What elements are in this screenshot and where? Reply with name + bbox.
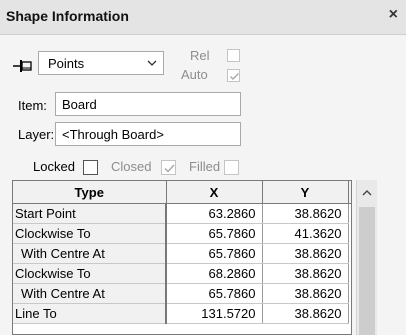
rel-checkbox[interactable] [227, 49, 240, 62]
shape-info-panel: Points Rel Auto Item: Board Layer: <Thro… [0, 35, 406, 335]
cell-filler [348, 224, 351, 244]
cell-filler [348, 204, 351, 224]
checkmark-icon [164, 164, 175, 173]
table-row[interactable]: Start Point 63.2860 38.8620 [13, 203, 351, 224]
cell-filler [348, 264, 351, 284]
cell-filler [348, 284, 351, 304]
auto-checkbox[interactable] [227, 69, 240, 82]
window-title: Shape Information [6, 8, 129, 24]
checkmark-icon [230, 73, 239, 80]
layer-field[interactable]: <Through Board> [55, 122, 241, 146]
table-row[interactable]: With Centre At 65.7860 38.8620 [13, 243, 351, 264]
locked-checkbox[interactable] [83, 160, 98, 175]
mode-select[interactable]: Points [38, 51, 164, 75]
rel-label: Rel [190, 48, 210, 63]
column-header-x[interactable]: X [166, 181, 263, 204]
cell-y[interactable]: 41.3620 [262, 223, 349, 244]
table-row[interactable]: Clockwise To 68.2860 38.8620 [13, 263, 351, 284]
pin-icon[interactable] [12, 58, 34, 74]
points-table: Type X Y Start Point 63.2860 38.8620 Clo… [12, 180, 352, 335]
column-header-filler [348, 181, 351, 204]
table-row[interactable]: Line To 131.5720 38.8620 [13, 303, 351, 324]
scrollbar-thumb[interactable] [359, 207, 375, 335]
item-label: Item: [18, 98, 47, 113]
auto-label: Auto [181, 67, 208, 82]
locked-label: Locked [33, 159, 75, 174]
closed-checkbox[interactable] [161, 160, 176, 175]
cell-type[interactable]: Start Point [13, 203, 167, 224]
cell-x[interactable]: 63.2860 [166, 203, 263, 224]
cell-filler [348, 244, 351, 264]
cell-x[interactable]: 65.7860 [166, 223, 263, 244]
chevron-down-icon [146, 56, 158, 70]
cell-x[interactable]: 65.7860 [166, 283, 263, 304]
cell-type[interactable]: With Centre At [13, 283, 167, 304]
cell-y[interactable]: 38.8620 [262, 303, 349, 324]
mode-select-value: Points [48, 56, 85, 71]
cell-type[interactable]: Clockwise To [13, 223, 167, 244]
vertical-scrollbar[interactable] [356, 180, 377, 335]
title-bar: Shape Information × [0, 0, 406, 35]
cell-filler [348, 304, 351, 324]
close-button[interactable]: × [389, 6, 398, 24]
closed-label: Closed [111, 159, 152, 174]
filled-label: Filled [189, 159, 221, 174]
chevron-up-icon[interactable] [361, 186, 373, 196]
cell-x[interactable]: 68.2860 [166, 263, 263, 284]
cell-y[interactable]: 38.8620 [262, 243, 349, 264]
column-header-type[interactable]: Type [13, 181, 167, 204]
item-field[interactable]: Board [55, 92, 241, 116]
layer-label: Layer: [18, 127, 55, 142]
column-header-y[interactable]: Y [262, 181, 349, 204]
cell-y[interactable]: 38.8620 [262, 203, 349, 224]
cell-type[interactable]: Clockwise To [13, 263, 167, 284]
cell-y[interactable]: 38.8620 [262, 263, 349, 284]
filled-checkbox[interactable] [224, 160, 239, 175]
table-row[interactable]: With Centre At 65.7860 38.8620 [13, 283, 351, 304]
cell-x[interactable]: 65.7860 [166, 243, 263, 264]
cell-x[interactable]: 131.5720 [166, 303, 263, 324]
table-row[interactable]: Clockwise To 65.7860 41.3620 [13, 223, 351, 244]
table-header-row: Type X Y [13, 181, 351, 204]
cell-y[interactable]: 38.8620 [262, 283, 349, 304]
cell-type[interactable]: With Centre At [13, 243, 167, 264]
cell-type[interactable]: Line To [13, 303, 167, 324]
